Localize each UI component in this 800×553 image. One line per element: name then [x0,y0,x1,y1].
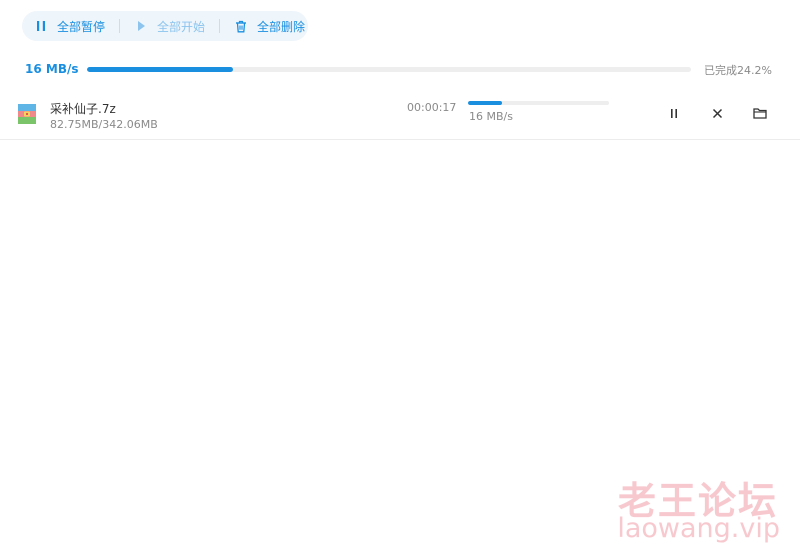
close-icon [712,104,723,123]
pause-icon [669,104,679,123]
download-progress-bar [468,101,609,105]
pause-all-label: 全部暂停 [57,19,106,34]
download-manager: 全部暂停 全部开始 全部删除 16 MB/s 已完成24.2% 采补仙子.7z … [0,0,800,553]
file-name: 采补仙子.7z [50,102,116,116]
toolbar-divider [219,19,221,33]
pause-all-button[interactable]: 全部暂停 [34,11,105,41]
file-size: 82.75MB/342.06MB [50,118,158,131]
play-icon [134,19,148,33]
archive-file-icon [18,104,36,124]
delete-all-button[interactable]: 全部删除 [234,11,305,41]
cancel-button[interactable] [709,105,725,121]
watermark-url: laowang.vip [617,513,780,544]
download-row[interactable]: 采补仙子.7z 82.75MB/342.06MB 00:00:17 16 MB/… [0,92,800,140]
trash-icon [234,19,248,33]
download-progress-fill [468,101,503,105]
pause-icon [34,19,48,33]
elapsed-time: 00:00:17 [407,101,457,114]
folder-icon [753,104,767,123]
overall-progress-fill [87,67,234,72]
delete-all-label: 全部删除 [257,19,306,34]
overall-progress-bar [87,67,691,72]
overall-speed: 16 MB/s [25,62,79,76]
open-folder-button[interactable] [752,105,768,121]
pause-button[interactable] [666,105,682,121]
toolbar-divider [119,19,121,33]
overall-status: 已完成24.2% [704,64,772,77]
start-all-button[interactable]: 全部开始 [134,11,205,41]
start-all-label: 全部开始 [157,19,206,34]
toolbar: 全部暂停 全部开始 全部删除 [22,11,308,41]
download-speed: 16 MB/s [469,110,513,123]
